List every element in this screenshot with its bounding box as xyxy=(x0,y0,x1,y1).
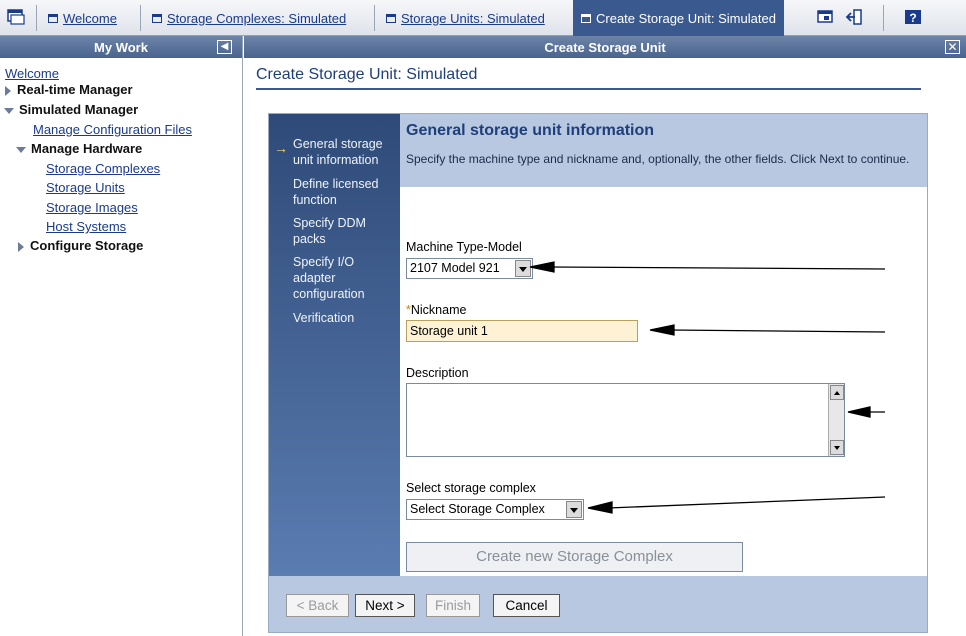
tab-bar: Welcome Storage Complexes: Simulated Sto… xyxy=(0,0,966,36)
storage-complex-label: Select storage complex xyxy=(406,481,536,495)
content-description: Specify the machine type and nickname an… xyxy=(406,152,910,166)
collapse-icon[interactable] xyxy=(4,107,14,114)
nav-item-label: Configure Storage xyxy=(30,238,144,253)
tab-separator xyxy=(140,5,141,31)
collapse-icon[interactable] xyxy=(16,146,26,153)
expand-icon[interactable] xyxy=(18,241,24,252)
nav-item-storage-complexes[interactable]: Storage Complexes xyxy=(46,161,160,176)
tab-separator xyxy=(374,5,375,31)
logout-icon[interactable] xyxy=(845,7,865,27)
expand-icon[interactable] xyxy=(5,85,11,96)
collapse-panel-icon[interactable]: ◀ xyxy=(217,40,232,54)
nav-item-real-time-manager[interactable]: Real-time Manager xyxy=(5,82,133,97)
tab-storage-units[interactable]: Storage Units: Simulated xyxy=(386,0,545,36)
tab-separator xyxy=(36,5,37,31)
nav-item-label: Manage Hardware xyxy=(31,141,143,156)
finish-button[interactable]: Finish xyxy=(426,594,480,617)
tab-window-icon xyxy=(581,13,591,23)
tab-storage-complexes[interactable]: Storage Complexes: Simulated xyxy=(152,0,346,36)
wizard-footer: < Back Next > Finish Cancel xyxy=(269,576,927,632)
my-work-header: My Work ◀ xyxy=(0,36,242,58)
current-step-arrow-icon: → xyxy=(274,140,288,156)
nav-item-label: Simulated Manager xyxy=(19,102,139,117)
nav-item-label[interactable]: Storage Complexes xyxy=(46,161,160,176)
nav-item-storage-units[interactable]: Storage Units xyxy=(46,180,125,195)
help-icon[interactable]: ? xyxy=(903,7,923,27)
close-icon[interactable]: ✕ xyxy=(945,40,960,54)
tab-create-storage-unit[interactable]: Create Storage Unit: Simulated xyxy=(573,0,784,36)
nickname-label: *Nickname xyxy=(406,303,466,317)
nav-item-manage-configuration-files[interactable]: Manage Configuration Files xyxy=(33,122,192,137)
step-define-licensed-function[interactable]: Define licensed function xyxy=(293,176,393,208)
tab-label: Storage Units: Simulated xyxy=(401,10,545,26)
wizard-steps: → General storage unit information Defin… xyxy=(269,114,400,576)
nav-item-label[interactable]: Welcome xyxy=(5,66,59,81)
main-header-title: Create Storage Unit xyxy=(544,39,666,55)
step-specify-io-adapter-configuration[interactable]: Specify I/O adapter configuration xyxy=(293,254,393,302)
nav-item-label[interactable]: Host Systems xyxy=(46,219,126,234)
tab-label: Welcome xyxy=(63,10,117,26)
tab-label: Create Storage Unit: Simulated xyxy=(596,10,776,26)
machine-type-select[interactable]: 2107 Model 921 xyxy=(406,258,533,279)
description-label: Description xyxy=(406,366,469,380)
machine-type-label: Machine Type-Model xyxy=(406,240,522,254)
content-header: General storage unit information Specify… xyxy=(400,114,927,187)
nav-item-storage-images[interactable]: Storage Images xyxy=(46,200,138,215)
main-header: Create Storage Unit ✕ xyxy=(244,36,966,58)
my-work-title: My Work xyxy=(94,39,148,55)
nav-item-label[interactable]: Storage Images xyxy=(46,200,138,215)
tab-welcome[interactable]: Welcome xyxy=(48,0,117,36)
content-title: General storage unit information xyxy=(406,122,655,139)
step-general-storage-unit-information[interactable]: General storage unit information xyxy=(293,136,393,168)
cancel-button[interactable]: Cancel xyxy=(493,594,560,617)
back-button[interactable]: < Back xyxy=(286,594,349,617)
machine-type-value: 2107 Model 921 xyxy=(410,261,500,275)
title-divider xyxy=(256,88,921,90)
next-button[interactable]: Next > xyxy=(355,594,415,617)
page-title: Create Storage Unit: Simulated xyxy=(256,66,478,83)
tab-label: Storage Complexes: Simulated xyxy=(167,10,347,26)
step-verification[interactable]: Verification xyxy=(293,310,393,326)
nav-item-manage-hardware[interactable]: Manage Hardware xyxy=(16,141,142,156)
nav-item-label[interactable]: Storage Units xyxy=(46,180,125,195)
window-list-icon[interactable] xyxy=(6,7,26,27)
nav-item-label[interactable]: Manage Configuration Files xyxy=(33,122,192,137)
create-storage-complex-button[interactable]: Create new Storage Complex xyxy=(406,542,743,572)
nav-item-host-systems[interactable]: Host Systems xyxy=(46,219,126,234)
tab-separator xyxy=(883,5,884,31)
annotation-arrows xyxy=(529,261,886,514)
step-specify-ddm-packs[interactable]: Specify DDM packs xyxy=(293,215,393,247)
svg-text:?: ? xyxy=(909,11,916,25)
my-work-panel: My Work ◀ Welcome Real-time Manager Simu… xyxy=(0,36,243,636)
tab-window-icon xyxy=(152,13,162,23)
nav-item-label: Real-time Manager xyxy=(17,82,133,97)
nav-item-simulated-manager[interactable]: Simulated Manager xyxy=(4,102,138,117)
tab-window-icon xyxy=(386,13,396,23)
nickname-label-text: Nickname xyxy=(410,303,467,317)
nav-item-configure-storage[interactable]: Configure Storage xyxy=(18,238,143,253)
tab-window-icon xyxy=(48,13,58,23)
nav-item-welcome[interactable]: Welcome xyxy=(5,66,59,81)
tile-windows-icon[interactable] xyxy=(815,7,835,27)
